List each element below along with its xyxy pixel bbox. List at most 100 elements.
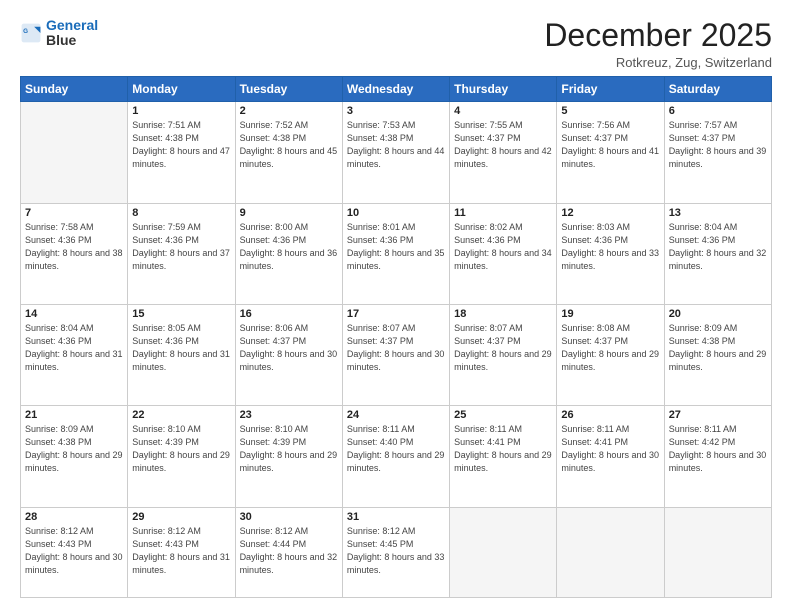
day-number: 13 [669, 207, 767, 219]
calendar-cell: 28 Sunrise: 8:12 AM Sunset: 4:43 PM Dayl… [21, 507, 128, 598]
day-info: Sunrise: 8:07 AM Sunset: 4:37 PM Dayligh… [347, 322, 445, 374]
day-info: Sunrise: 8:12 AM Sunset: 4:43 PM Dayligh… [132, 525, 230, 577]
day-number: 16 [240, 308, 338, 320]
calendar-cell: 19 Sunrise: 8:08 AM Sunset: 4:37 PM Dayl… [557, 304, 664, 405]
svg-text:G: G [23, 28, 28, 35]
calendar-cell: 21 Sunrise: 8:09 AM Sunset: 4:38 PM Dayl… [21, 406, 128, 507]
day-number: 12 [561, 207, 659, 219]
calendar-week-row: 1 Sunrise: 7:51 AM Sunset: 4:38 PM Dayli… [21, 102, 772, 203]
day-info: Sunrise: 8:11 AM Sunset: 4:41 PM Dayligh… [454, 423, 552, 475]
calendar-cell: 30 Sunrise: 8:12 AM Sunset: 4:44 PM Dayl… [235, 507, 342, 598]
day-number: 11 [454, 207, 552, 219]
day-info: Sunrise: 8:12 AM Sunset: 4:44 PM Dayligh… [240, 525, 338, 577]
day-info: Sunrise: 7:52 AM Sunset: 4:38 PM Dayligh… [240, 119, 338, 171]
day-number: 15 [132, 308, 230, 320]
calendar-cell: 29 Sunrise: 8:12 AM Sunset: 4:43 PM Dayl… [128, 507, 235, 598]
day-info: Sunrise: 8:04 AM Sunset: 4:36 PM Dayligh… [669, 221, 767, 273]
calendar-week-row: 14 Sunrise: 8:04 AM Sunset: 4:36 PM Dayl… [21, 304, 772, 405]
day-info: Sunrise: 8:05 AM Sunset: 4:36 PM Dayligh… [132, 322, 230, 374]
day-number: 6 [669, 105, 767, 117]
calendar-cell: 26 Sunrise: 8:11 AM Sunset: 4:41 PM Dayl… [557, 406, 664, 507]
day-info: Sunrise: 7:55 AM Sunset: 4:37 PM Dayligh… [454, 119, 552, 171]
calendar-cell: 24 Sunrise: 8:11 AM Sunset: 4:40 PM Dayl… [342, 406, 449, 507]
calendar-cell: 27 Sunrise: 8:11 AM Sunset: 4:42 PM Dayl… [664, 406, 771, 507]
calendar-cell: 6 Sunrise: 7:57 AM Sunset: 4:37 PM Dayli… [664, 102, 771, 203]
day-number: 31 [347, 511, 445, 523]
day-number: 21 [25, 409, 123, 421]
day-info: Sunrise: 8:12 AM Sunset: 4:45 PM Dayligh… [347, 525, 445, 577]
calendar-cell: 25 Sunrise: 8:11 AM Sunset: 4:41 PM Dayl… [450, 406, 557, 507]
day-info: Sunrise: 7:51 AM Sunset: 4:38 PM Dayligh… [132, 119, 230, 171]
calendar-cell: 7 Sunrise: 7:58 AM Sunset: 4:36 PM Dayli… [21, 203, 128, 304]
calendar-cell [664, 507, 771, 598]
calendar-cell [450, 507, 557, 598]
day-number: 26 [561, 409, 659, 421]
day-number: 25 [454, 409, 552, 421]
day-number: 10 [347, 207, 445, 219]
day-info: Sunrise: 8:12 AM Sunset: 4:43 PM Dayligh… [25, 525, 123, 577]
calendar-cell: 15 Sunrise: 8:05 AM Sunset: 4:36 PM Dayl… [128, 304, 235, 405]
calendar-cell: 31 Sunrise: 8:12 AM Sunset: 4:45 PM Dayl… [342, 507, 449, 598]
day-number: 28 [25, 511, 123, 523]
calendar-cell: 4 Sunrise: 7:55 AM Sunset: 4:37 PM Dayli… [450, 102, 557, 203]
day-number: 19 [561, 308, 659, 320]
day-info: Sunrise: 8:11 AM Sunset: 4:42 PM Dayligh… [669, 423, 767, 475]
day-info: Sunrise: 8:09 AM Sunset: 4:38 PM Dayligh… [25, 423, 123, 475]
calendar-cell: 12 Sunrise: 8:03 AM Sunset: 4:36 PM Dayl… [557, 203, 664, 304]
calendar-cell: 11 Sunrise: 8:02 AM Sunset: 4:36 PM Dayl… [450, 203, 557, 304]
day-info: Sunrise: 8:04 AM Sunset: 4:36 PM Dayligh… [25, 322, 123, 374]
day-info: Sunrise: 8:10 AM Sunset: 4:39 PM Dayligh… [132, 423, 230, 475]
logo-icon: G [20, 22, 42, 44]
day-info: Sunrise: 7:57 AM Sunset: 4:37 PM Dayligh… [669, 119, 767, 171]
calendar-cell: 14 Sunrise: 8:04 AM Sunset: 4:36 PM Dayl… [21, 304, 128, 405]
calendar-header-saturday: Saturday [664, 77, 771, 102]
logo-line1: General [46, 17, 98, 33]
day-info: Sunrise: 7:58 AM Sunset: 4:36 PM Dayligh… [25, 221, 123, 273]
day-number: 3 [347, 105, 445, 117]
calendar-cell: 10 Sunrise: 8:01 AM Sunset: 4:36 PM Dayl… [342, 203, 449, 304]
calendar-header-row: SundayMondayTuesdayWednesdayThursdayFrid… [21, 77, 772, 102]
day-info: Sunrise: 8:00 AM Sunset: 4:36 PM Dayligh… [240, 221, 338, 273]
day-number: 17 [347, 308, 445, 320]
day-number: 9 [240, 207, 338, 219]
calendar-cell: 9 Sunrise: 8:00 AM Sunset: 4:36 PM Dayli… [235, 203, 342, 304]
day-info: Sunrise: 8:02 AM Sunset: 4:36 PM Dayligh… [454, 221, 552, 273]
calendar-cell: 22 Sunrise: 8:10 AM Sunset: 4:39 PM Dayl… [128, 406, 235, 507]
header: G General Blue December 2025 Rotkreuz, Z… [20, 18, 772, 70]
calendar-cell: 1 Sunrise: 7:51 AM Sunset: 4:38 PM Dayli… [128, 102, 235, 203]
calendar-cell: 18 Sunrise: 8:07 AM Sunset: 4:37 PM Dayl… [450, 304, 557, 405]
day-number: 29 [132, 511, 230, 523]
calendar-cell: 17 Sunrise: 8:07 AM Sunset: 4:37 PM Dayl… [342, 304, 449, 405]
calendar-cell: 8 Sunrise: 7:59 AM Sunset: 4:36 PM Dayli… [128, 203, 235, 304]
day-number: 23 [240, 409, 338, 421]
day-info: Sunrise: 7:53 AM Sunset: 4:38 PM Dayligh… [347, 119, 445, 171]
day-number: 4 [454, 105, 552, 117]
day-number: 14 [25, 308, 123, 320]
calendar-cell: 20 Sunrise: 8:09 AM Sunset: 4:38 PM Dayl… [664, 304, 771, 405]
calendar-cell: 5 Sunrise: 7:56 AM Sunset: 4:37 PM Dayli… [557, 102, 664, 203]
day-info: Sunrise: 8:10 AM Sunset: 4:39 PM Dayligh… [240, 423, 338, 475]
day-number: 18 [454, 308, 552, 320]
day-number: 2 [240, 105, 338, 117]
calendar-header-tuesday: Tuesday [235, 77, 342, 102]
calendar-cell [21, 102, 128, 203]
day-info: Sunrise: 8:06 AM Sunset: 4:37 PM Dayligh… [240, 322, 338, 374]
logo-text: General Blue [46, 18, 98, 49]
title-block: December 2025 Rotkreuz, Zug, Switzerland [544, 18, 772, 70]
calendar-header-wednesday: Wednesday [342, 77, 449, 102]
month-title: December 2025 [544, 18, 772, 53]
calendar-cell: 3 Sunrise: 7:53 AM Sunset: 4:38 PM Dayli… [342, 102, 449, 203]
day-number: 27 [669, 409, 767, 421]
day-number: 8 [132, 207, 230, 219]
day-info: Sunrise: 7:56 AM Sunset: 4:37 PM Dayligh… [561, 119, 659, 171]
calendar-week-row: 28 Sunrise: 8:12 AM Sunset: 4:43 PM Dayl… [21, 507, 772, 598]
calendar-cell: 13 Sunrise: 8:04 AM Sunset: 4:36 PM Dayl… [664, 203, 771, 304]
day-info: Sunrise: 8:11 AM Sunset: 4:41 PM Dayligh… [561, 423, 659, 475]
location: Rotkreuz, Zug, Switzerland [544, 55, 772, 70]
logo: G General Blue [20, 18, 98, 49]
day-number: 1 [132, 105, 230, 117]
day-info: Sunrise: 8:08 AM Sunset: 4:37 PM Dayligh… [561, 322, 659, 374]
calendar-week-row: 21 Sunrise: 8:09 AM Sunset: 4:38 PM Dayl… [21, 406, 772, 507]
day-info: Sunrise: 8:11 AM Sunset: 4:40 PM Dayligh… [347, 423, 445, 475]
calendar-cell [557, 507, 664, 598]
